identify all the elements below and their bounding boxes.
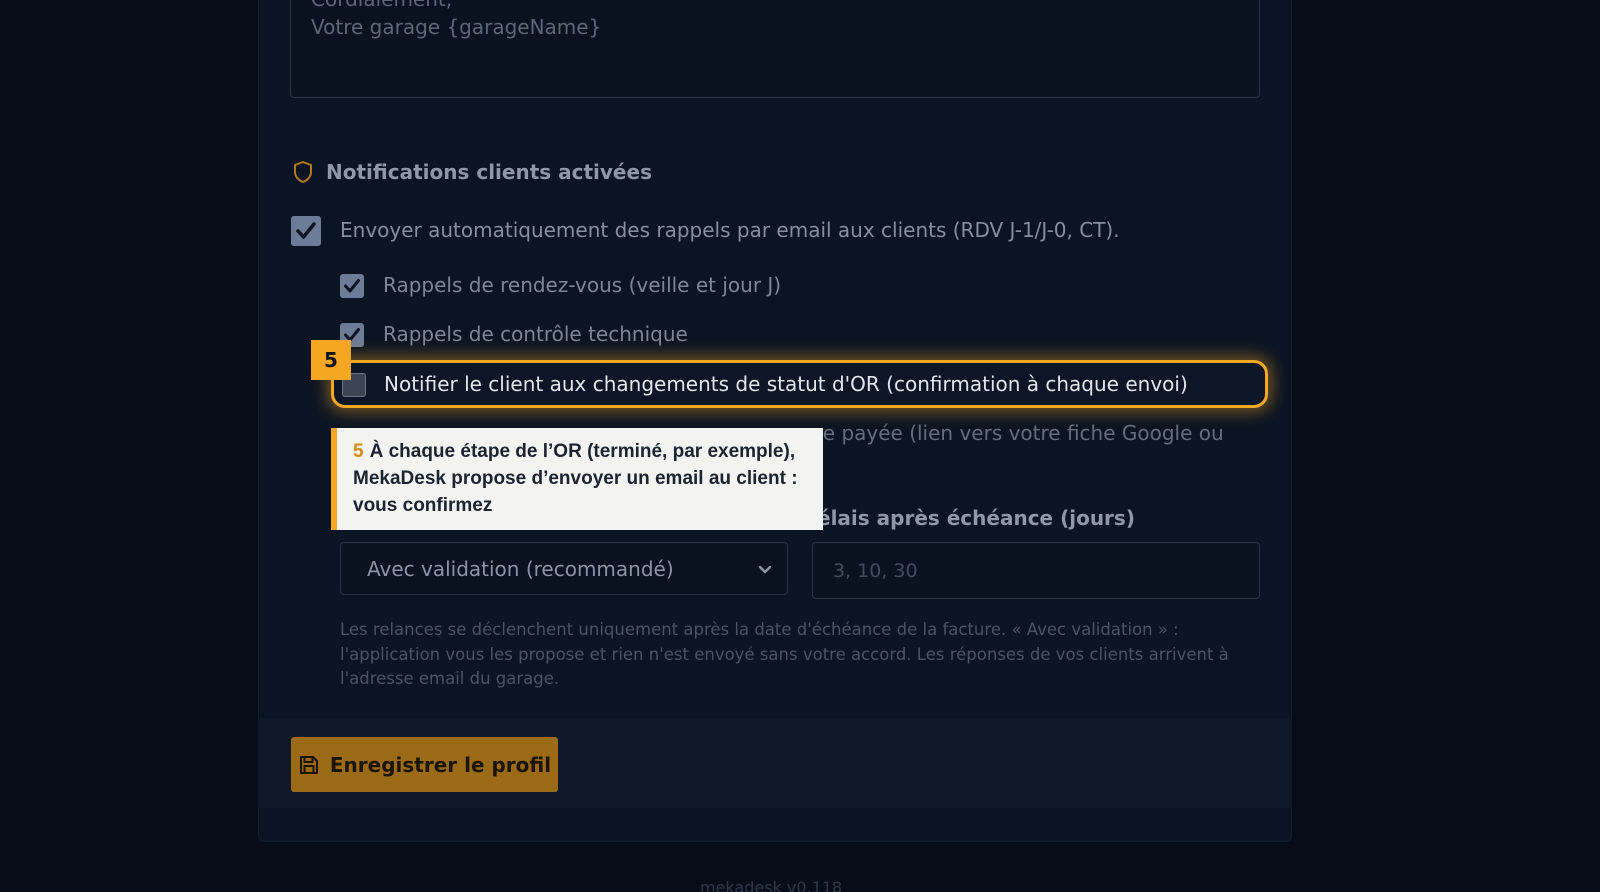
reminders-help-text: Les relances se déclenchent uniquement a… xyxy=(340,620,1229,688)
auto-reminders-checkbox[interactable] xyxy=(291,216,321,246)
delay-field-label: élais après échéance (jours) xyxy=(817,506,1135,530)
reminder-mode-select[interactable]: Avec validation (recommandé) xyxy=(340,542,788,595)
save-icon xyxy=(299,755,318,774)
app-version: mekadesk v0.118 xyxy=(700,878,843,892)
appointment-reminders-label: Rappels de rendez-vous (veille et jour J… xyxy=(383,273,782,297)
save-profile-button[interactable]: Enregistrer le profil xyxy=(291,737,558,792)
status-change-notification-row[interactable]: Notifier le client aux changements de st… xyxy=(331,360,1268,408)
appointment-reminders-checkbox[interactable] xyxy=(340,274,364,298)
status-change-label: Notifier le client aux changements de st… xyxy=(384,372,1188,396)
email-template-textarea[interactable]: Cordialement, Votre garage {garageName} xyxy=(290,0,1260,98)
checkmark-icon xyxy=(296,222,316,239)
chevron-down-icon xyxy=(758,565,772,573)
tooltip-step-number: 5 xyxy=(353,441,364,462)
auto-reminders-label: Envoyer automatiquement des rappels par … xyxy=(340,218,1120,242)
reminder-delays-placeholder: 3, 10, 30 xyxy=(833,559,918,582)
template-line: Votre garage {garageName} xyxy=(311,15,602,39)
template-line: Cordialement, xyxy=(311,0,452,14)
checkmark-icon xyxy=(344,279,360,293)
reminder-mode-value: Avec validation (recommandé) xyxy=(367,556,674,581)
settings-page: Cordialement, Votre garage {garageName} … xyxy=(0,0,1600,892)
tour-step-badge: 5 xyxy=(311,340,351,380)
shield-icon xyxy=(294,161,312,183)
save-button-label: Enregistrer le profil xyxy=(329,752,552,777)
reminder-delays-input[interactable]: 3, 10, 30 xyxy=(812,542,1260,599)
section-title-text: Notifications clients activées xyxy=(326,160,652,184)
inspection-reminders-label: Rappels de contrôle technique xyxy=(383,322,688,346)
tooltip-text: À chaque étape de l’OR (terminé, par exe… xyxy=(353,441,798,516)
tour-tooltip: 5À chaque étape de l’OR (terminé, par ex… xyxy=(331,428,823,530)
notifications-section-title: Notifications clients activées xyxy=(292,160,652,184)
